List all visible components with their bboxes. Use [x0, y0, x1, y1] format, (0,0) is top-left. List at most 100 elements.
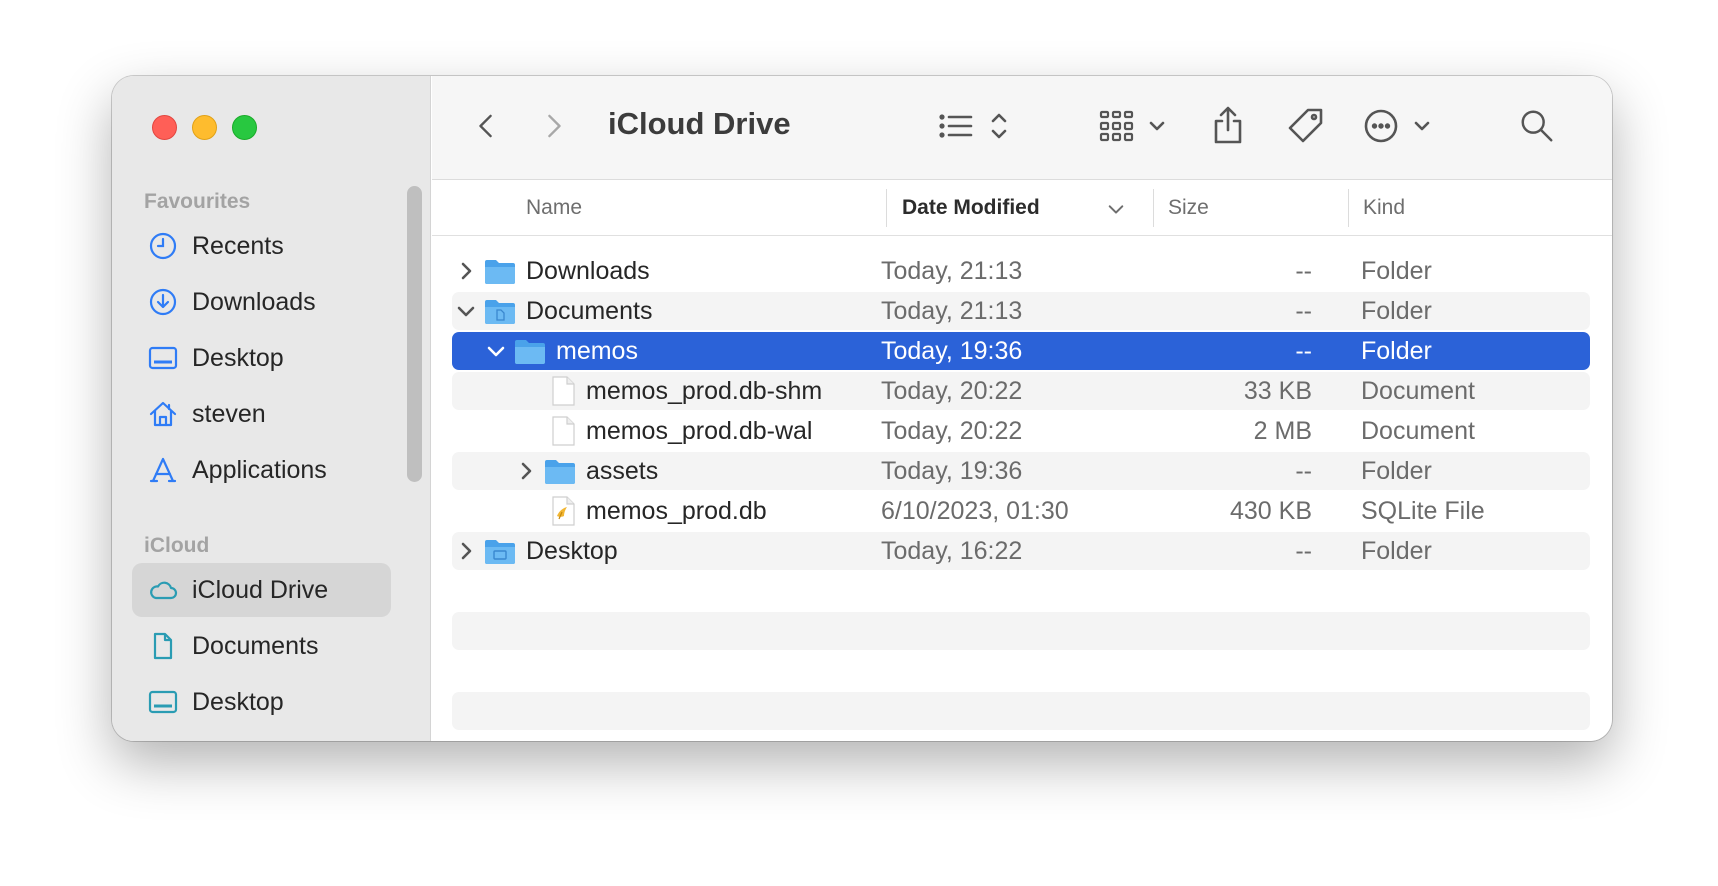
- row-kind: Folder: [1361, 296, 1432, 325]
- sidebar-item-label: Desktop: [192, 343, 284, 372]
- ellipsis-circle-icon: [1364, 109, 1430, 143]
- applications-icon: [146, 453, 180, 487]
- empty-row: [452, 692, 1590, 730]
- window-title: iCloud Drive: [608, 106, 791, 141]
- desktop-icon: [146, 341, 180, 375]
- cloud-icon: [146, 573, 180, 607]
- zoom-button[interactable]: [232, 115, 257, 140]
- row-date: Today, 20:22: [881, 376, 1023, 405]
- desktop-icon: [146, 685, 180, 719]
- share-icon: [1214, 106, 1242, 144]
- view-options-button[interactable]: [936, 106, 1010, 146]
- table-row-selected[interactable]: memos Today, 19:36 -- Folder: [452, 332, 1590, 370]
- table-row[interactable]: Downloads Today, 21:13 -- Folder: [452, 252, 1590, 290]
- row-kind: Folder: [1361, 536, 1432, 565]
- sidebar-section-favourites: Favourites: [144, 190, 251, 213]
- disclosure-triangle[interactable]: [457, 252, 475, 290]
- disclosure-triangle[interactable]: [457, 292, 475, 330]
- sidebar-scrollbar[interactable]: [407, 186, 422, 482]
- finder-window: Favourites Recents Downloads Desktop ste…: [112, 76, 1612, 741]
- disclosure-triangle[interactable]: [457, 532, 475, 570]
- row-size: --: [1295, 456, 1312, 485]
- row-kind: Folder: [1361, 336, 1432, 365]
- row-date: Today, 16:22: [881, 536, 1023, 565]
- empty-row: [452, 612, 1590, 650]
- column-divider[interactable]: [1348, 189, 1349, 227]
- document-icon: [146, 629, 180, 663]
- chevron-down-icon: [457, 306, 475, 317]
- sidebar-item-label: Recents: [192, 231, 284, 260]
- row-date: Today, 19:36: [881, 456, 1023, 485]
- sidebar-item-steven[interactable]: steven: [132, 387, 391, 441]
- row-date: Today, 19:36: [881, 336, 1023, 365]
- row-date: Today, 20:22: [881, 416, 1023, 445]
- column-divider[interactable]: [1153, 189, 1154, 227]
- row-size: 33 KB: [1243, 376, 1312, 405]
- row-name: memos_prod.db: [586, 496, 767, 525]
- forward-button[interactable]: [536, 106, 572, 146]
- row-name: memos: [556, 336, 638, 365]
- chevron-down-icon: [1108, 205, 1124, 214]
- more-actions-button[interactable]: [1364, 106, 1440, 146]
- sidebar-item-downloads[interactable]: Downloads: [132, 275, 391, 329]
- sidebar-item-label: Downloads: [192, 287, 316, 316]
- chevron-left-icon: [479, 114, 492, 138]
- minimize-button[interactable]: [192, 115, 217, 140]
- row-size: --: [1295, 336, 1312, 365]
- table-row[interactable]: assets Today, 19:36 -- Folder: [452, 452, 1590, 490]
- close-button[interactable]: [152, 115, 177, 140]
- row-kind: Document: [1361, 376, 1475, 405]
- table-row[interactable]: Documents Today, 21:13 -- Folder: [452, 292, 1590, 330]
- sidebar-item-icloud-documents[interactable]: Documents: [132, 619, 391, 673]
- disclosure-triangle[interactable]: [487, 332, 505, 370]
- main-pane: iCloud Drive Name Date Modified Size Kin…: [432, 76, 1612, 741]
- table-row[interactable]: memos_prod.db 6/10/2023, 01:30 430 KB SQ…: [452, 492, 1590, 530]
- column-header-date-modified[interactable]: Date Modified: [902, 196, 1040, 220]
- chevron-right-icon: [521, 462, 532, 480]
- table-row[interactable]: memos_prod.db-shm Today, 20:22 33 KB Doc…: [452, 372, 1590, 410]
- row-name: assets: [586, 456, 659, 485]
- sidebar-item-label: Documents: [192, 631, 319, 660]
- row-size: --: [1295, 296, 1312, 325]
- tags-button[interactable]: [1284, 104, 1328, 148]
- chevron-right-icon: [461, 542, 472, 560]
- sqlite-file-icon: [546, 492, 580, 530]
- file-icon: [546, 412, 580, 450]
- sidebar-item-desktop[interactable]: Desktop: [132, 331, 391, 385]
- row-name: Desktop: [526, 536, 618, 565]
- sidebar-item-icloud-desktop[interactable]: Desktop: [132, 675, 391, 729]
- column-header-name[interactable]: Name: [526, 196, 582, 220]
- row-date: 6/10/2023, 01:30: [881, 496, 1069, 525]
- row-name: Documents: [526, 296, 653, 325]
- group-button[interactable]: [1099, 106, 1175, 146]
- row-size: --: [1295, 256, 1312, 285]
- row-size: 2 MB: [1253, 416, 1312, 445]
- table-row[interactable]: memos_prod.db-wal Today, 20:22 2 MB Docu…: [452, 412, 1590, 450]
- share-button[interactable]: [1208, 102, 1248, 148]
- column-header: Name Date Modified Size Kind: [432, 180, 1612, 236]
- column-header-kind[interactable]: Kind: [1363, 196, 1405, 220]
- row-name: memos_prod.db-shm: [586, 376, 823, 405]
- row-kind: SQLite File: [1361, 496, 1485, 525]
- sidebar-item-label: iCloud Drive: [192, 575, 329, 604]
- sort-descending-indicator[interactable]: [1105, 198, 1127, 220]
- back-button[interactable]: [468, 106, 504, 146]
- sidebar-item-icloud-drive[interactable]: iCloud Drive: [132, 563, 391, 617]
- table-row[interactable]: Desktop Today, 16:22 -- Folder: [452, 532, 1590, 570]
- download-circle-icon: [146, 285, 180, 319]
- sidebar-item-applications[interactable]: Applications: [132, 443, 391, 497]
- tag-icon: [1288, 108, 1323, 143]
- row-name: Downloads: [526, 256, 650, 285]
- chevron-right-icon: [461, 262, 472, 280]
- sidebar-item-recents[interactable]: Recents: [132, 219, 391, 273]
- folder-icon: [513, 332, 547, 370]
- sidebar-item-label: Applications: [192, 455, 327, 484]
- column-divider[interactable]: [886, 189, 887, 227]
- desktop-folder-icon: [483, 532, 517, 570]
- search-button[interactable]: [1515, 104, 1559, 148]
- disclosure-triangle[interactable]: [517, 452, 535, 490]
- column-header-size[interactable]: Size: [1168, 196, 1209, 220]
- row-date: Today, 21:13: [881, 256, 1023, 285]
- folder-icon: [543, 452, 577, 490]
- sidebar-item-label: Desktop: [192, 687, 284, 716]
